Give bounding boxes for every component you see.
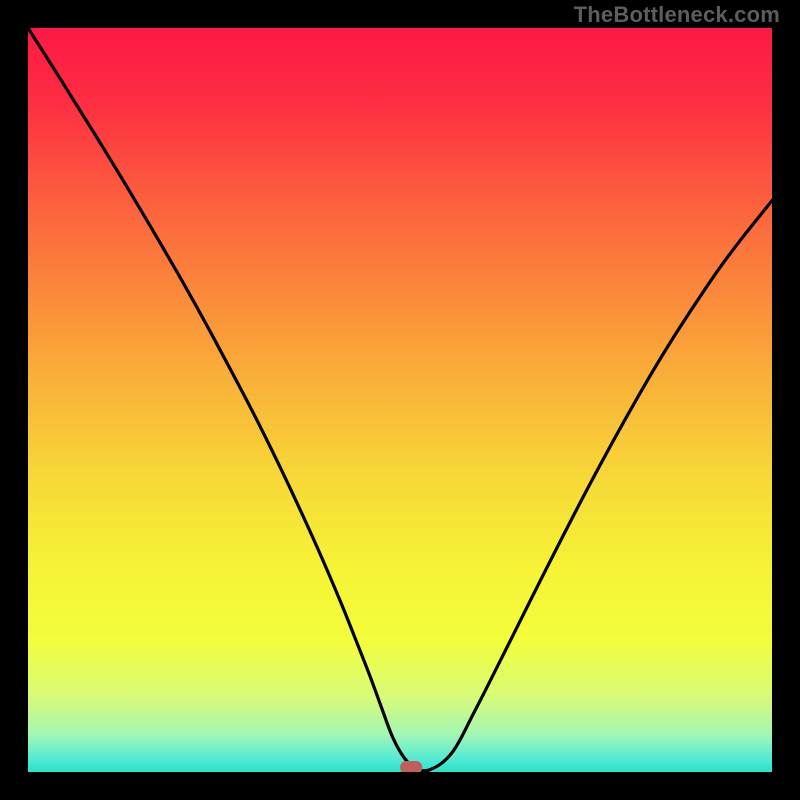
chart-plot-area [28, 28, 772, 772]
chart-svg [28, 28, 772, 772]
attribution-label: TheBottleneck.com [574, 2, 780, 28]
chart-frame: TheBottleneck.com [0, 0, 800, 800]
marker-pill [400, 761, 422, 772]
gradient-background [28, 28, 772, 772]
